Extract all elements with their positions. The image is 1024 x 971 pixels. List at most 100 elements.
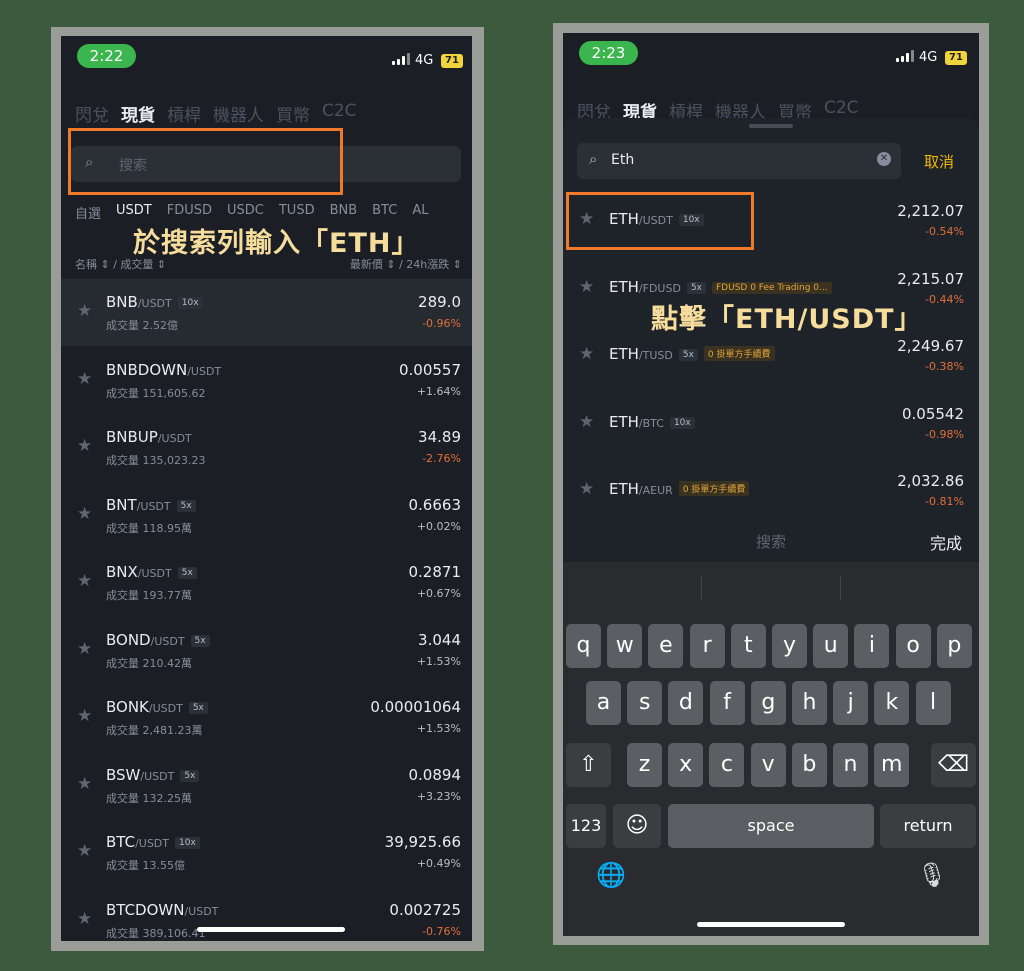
emoji-key-icon[interactable]: ☺: [613, 804, 661, 848]
clear-icon[interactable]: ✕: [877, 152, 891, 166]
key-q[interactable]: q: [566, 624, 601, 668]
key-t[interactable]: t: [730, 624, 766, 668]
key-a[interactable]: a: [586, 681, 621, 725]
key-n[interactable]: n: [833, 743, 868, 787]
tab-item[interactable]: 機器人: [213, 101, 264, 126]
star-icon[interactable]: ★: [579, 344, 594, 364]
star-icon[interactable]: ★: [77, 504, 92, 524]
tab-item[interactable]: 現貨: [121, 101, 155, 126]
microphone-icon[interactable]: 🎙: [917, 861, 947, 889]
quote-tab[interactable]: BNB: [330, 203, 358, 222]
market-row[interactable]: ★ BSW/USDT 5x 成交量 132.25萬 0.0894 +3.23%: [61, 752, 472, 819]
cancel-button[interactable]: 取消: [924, 151, 954, 172]
market-row[interactable]: ★ BNBDOWN/USDT 成交量 151,605.62 0.00557 +1.64%: [61, 347, 472, 414]
leverage-badge: 10x: [669, 416, 695, 429]
key-b[interactable]: b: [791, 743, 827, 787]
key-r[interactable]: r: [689, 624, 725, 668]
key-c[interactable]: c: [709, 743, 745, 787]
key-m[interactable]: m: [874, 743, 910, 787]
quote-tab[interactable]: USDT: [116, 203, 152, 222]
market-row[interactable]: ★ BNB/USDT 10x 成交量 2.52億 289.0 -0.96%: [61, 279, 472, 346]
leverage-badge: 5x: [180, 769, 200, 782]
market-row[interactable]: ★ BOND/USDT 5x 成交量 210.42萬 3.044 +1.53%: [61, 617, 472, 684]
market-row[interactable]: ★ BTC/USDT 10x 成交量 13.55億 39,925.66 +0.49%: [61, 819, 472, 886]
market-row[interactable]: ★ BTCDOWN/USDT 成交量 389,106.41 0.002725 -0.76…: [61, 887, 472, 942]
search-input[interactable]: ⌕ Eth ✕: [577, 143, 901, 179]
key-g[interactable]: g: [750, 681, 786, 725]
key-j[interactable]: j: [833, 681, 869, 725]
key-o[interactable]: o: [895, 624, 931, 668]
key-x[interactable]: x: [668, 743, 704, 787]
key-k[interactable]: k: [874, 681, 910, 725]
pair-symbol: BNT/USDT 5x: [106, 496, 196, 514]
toolbar-done-button[interactable]: 完成: [930, 530, 962, 554]
leverage-badge: 5x: [678, 349, 698, 361]
base-asset: BNBUP: [106, 428, 158, 446]
tab-item[interactable]: C2C: [322, 101, 357, 126]
battery-icon: 71: [945, 51, 967, 65]
globe-icon[interactable]: 🌐: [596, 861, 626, 889]
star-icon[interactable]: ★: [77, 774, 92, 794]
star-icon[interactable]: ★: [77, 436, 92, 456]
market-row[interactable]: ★ BNT/USDT 5x 成交量 118.95萬 0.6663 +0.02%: [61, 482, 472, 549]
star-icon[interactable]: ★: [579, 277, 594, 297]
key-z[interactable]: z: [627, 743, 662, 787]
last-price: 34.89: [418, 428, 461, 446]
key-s[interactable]: s: [627, 681, 663, 725]
key-e[interactable]: e: [648, 624, 684, 668]
last-price: 2,212.07: [897, 202, 964, 220]
star-icon[interactable]: ★: [579, 479, 594, 499]
key-h[interactable]: h: [792, 681, 827, 725]
key-f[interactable]: f: [709, 681, 745, 725]
key-l[interactable]: l: [915, 681, 951, 725]
leverage-badge: 5x: [177, 567, 197, 579]
base-asset: ETH: [609, 480, 639, 498]
tab-item[interactable]: 閃兌: [75, 101, 109, 126]
toolbar-search-button[interactable]: 搜索: [756, 531, 786, 552]
star-icon[interactable]: ★: [579, 412, 594, 432]
last-price: 3.044: [418, 630, 461, 649]
delete-key-icon[interactable]: ⌫: [931, 743, 976, 787]
base-asset: ETH: [609, 277, 639, 296]
signal-icon: [392, 53, 410, 65]
last-price: 2,215.07: [897, 269, 964, 288]
key-y[interactable]: y: [772, 624, 807, 668]
star-icon[interactable]: ★: [77, 909, 92, 929]
quote-tab[interactable]: 自選: [75, 203, 101, 222]
numbers-key[interactable]: 123: [566, 804, 606, 848]
quote-tab[interactable]: BTC: [372, 203, 397, 222]
drag-handle[interactable]: [749, 124, 793, 128]
key-v[interactable]: v: [750, 743, 786, 787]
market-row[interactable]: ★ BNX/USDT 5x 成交量 193.77萬 0.2871 +0.67%: [61, 549, 472, 616]
key-p[interactable]: p: [936, 624, 972, 668]
star-icon[interactable]: ★: [77, 571, 92, 591]
last-price: 0.05542: [901, 404, 964, 423]
quote-asset: /USDT: [148, 702, 183, 715]
search-result-row[interactable]: ★ ETH/TUSD 5x 0 掛單方手續費 2,249.67 -0.38%: [563, 332, 979, 399]
shift-key-icon[interactable]: ⇧: [566, 743, 611, 787]
market-row[interactable]: ★ BNBUP/USDT 成交量 135,023.23 34.89 -2.76%: [61, 414, 472, 481]
key-d[interactable]: d: [668, 681, 704, 725]
return-key[interactable]: return: [880, 804, 976, 848]
star-icon[interactable]: ★: [77, 706, 92, 726]
star-icon[interactable]: ★: [77, 639, 92, 659]
space-key[interactable]: space: [668, 804, 874, 848]
change-24h: -2.76%: [422, 452, 461, 465]
status-time: 2:22: [77, 44, 136, 68]
quote-tab[interactable]: FDUSD: [167, 203, 212, 222]
key-u[interactable]: u: [813, 624, 849, 668]
quote-tab[interactable]: AL: [412, 203, 428, 222]
key-w[interactable]: w: [607, 624, 643, 668]
tab-item[interactable]: 買幣: [276, 101, 310, 126]
star-icon[interactable]: ★: [77, 369, 92, 389]
star-icon[interactable]: ★: [77, 301, 92, 321]
star-icon[interactable]: ★: [77, 841, 92, 861]
quote-tab[interactable]: TUSD: [279, 203, 315, 222]
key-i[interactable]: i: [854, 624, 890, 668]
market-row[interactable]: ★ BONK/USDT 5x 成交量 2,481.23萬 0.00001064 +1.53…: [61, 684, 472, 751]
quote-tab[interactable]: USDC: [227, 203, 264, 222]
last-price: 0.00001064: [370, 698, 461, 716]
tab-item[interactable]: 槓桿: [167, 101, 201, 126]
pair-symbol: BTCDOWN/USDT: [106, 901, 218, 919]
search-result-row[interactable]: ★ ETH/BTC 10x 0.05542 -0.98%: [563, 400, 979, 467]
